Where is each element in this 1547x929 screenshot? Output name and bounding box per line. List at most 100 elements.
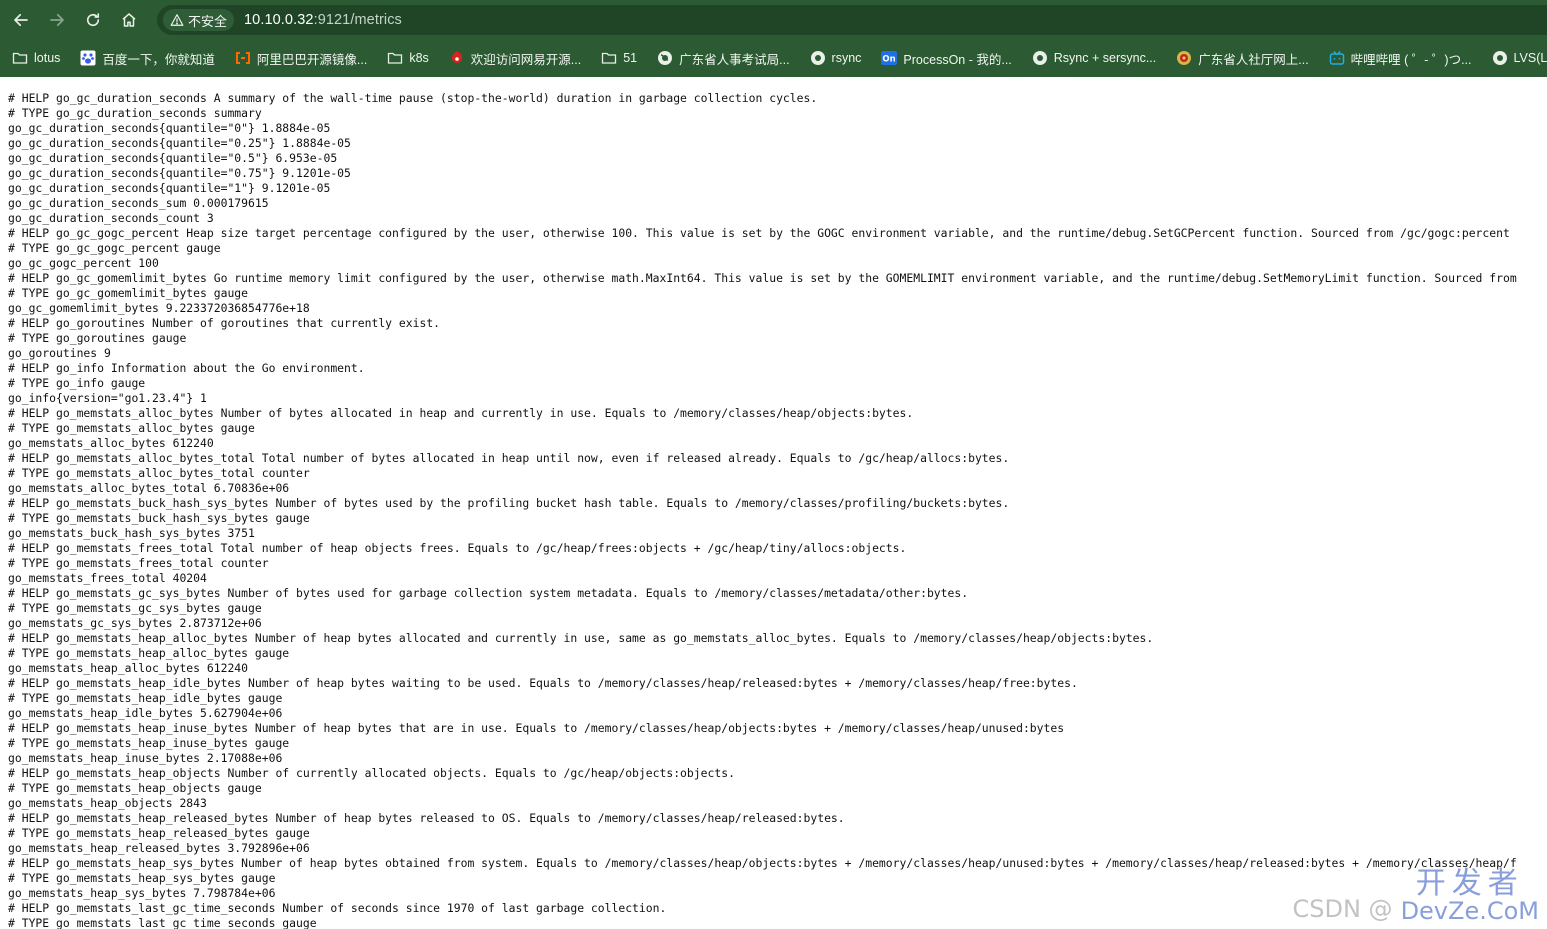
url-path: :9121/metrics [313, 12, 402, 28]
gov-emblem-icon [1176, 50, 1192, 66]
folder-icon [387, 50, 403, 66]
globe-icon [810, 50, 826, 66]
warning-triangle-icon [170, 14, 184, 26]
metrics-text: # HELP go_gc_duration_seconds A summary … [8, 91, 1517, 929]
page-content: # HELP go_gc_duration_seconds A summary … [0, 77, 1547, 929]
forward-button[interactable] [42, 5, 72, 35]
metrics-line: go_gc_duration_seconds_sum 0.000179615 [8, 196, 269, 210]
back-button[interactable] [6, 5, 36, 35]
folder-icon [12, 50, 28, 66]
baidu-paw-icon [80, 50, 96, 66]
address-bar[interactable]: 不安全 10.10.0.32:9121/metrics [157, 5, 1547, 35]
metrics-line: # HELP go_memstats_heap_released_bytes N… [8, 811, 845, 825]
bookmark-label: rsync [831, 51, 862, 65]
bookmark-label: LVS(Linux [1513, 51, 1547, 65]
bookmark-item[interactable]: 51 [593, 44, 645, 72]
metrics-line: # HELP go_memstats_buck_hash_sys_bytes N… [8, 496, 1010, 510]
metrics-line: go_memstats_alloc_bytes_total 6.70836e+0… [8, 481, 290, 495]
metrics-line: # TYPE go_memstats_alloc_bytes gauge [8, 421, 255, 435]
security-indicator[interactable]: 不安全 [163, 9, 235, 31]
metrics-line: go_memstats_heap_objects 2843 [8, 796, 207, 810]
metrics-line: # HELP go_gc_duration_seconds A summary … [8, 91, 818, 105]
metrics-line: # HELP go_memstats_heap_alloc_bytes Numb… [8, 631, 1154, 645]
metrics-line: # TYPE go_memstats_frees_total counter [8, 556, 269, 570]
bookmark-label: 广东省人事考试局... [679, 52, 790, 67]
bookmark-item[interactable]: 广东省人事考试局... [649, 44, 797, 72]
metrics-line: # HELP go_info Information about the Go … [8, 361, 365, 375]
folder-icon [601, 50, 617, 66]
metrics-line: go_gc_duration_seconds{quantile="0"} 1.8… [8, 121, 331, 135]
reload-button[interactable] [78, 5, 108, 35]
url-host: 10.10.0.32 [244, 12, 314, 28]
metrics-line: # TYPE go_gc_gogc_percent gauge [8, 241, 221, 255]
home-button[interactable] [114, 5, 144, 35]
metrics-line: # HELP go_memstats_heap_idle_bytes Numbe… [8, 676, 1078, 690]
metrics-line: go_gc_duration_seconds{quantile="1"} 9.1… [8, 181, 331, 195]
metrics-line: go_info{version="go1.23.4"} 1 [8, 391, 207, 405]
metrics-line: go_memstats_heap_idle_bytes 5.627904e+06 [8, 706, 283, 720]
url-text[interactable]: 10.10.0.32:9121/metrics [244, 12, 402, 28]
metrics-line: go_memstats_gc_sys_bytes 2.873712e+06 [8, 616, 262, 630]
bookmark-item[interactable]: k8s [379, 44, 436, 72]
metrics-line: # HELP go_goroutines Number of goroutine… [8, 316, 441, 330]
bookmark-item[interactable]: LVS(Linux [1484, 44, 1547, 72]
bookmark-label: 51 [623, 51, 638, 65]
globe-icon [657, 50, 673, 66]
metrics-line: go_memstats_heap_released_bytes 3.792896… [8, 841, 310, 855]
browser-toolbar: 不安全 10.10.0.32:9121/metrics [0, 0, 1547, 39]
bookmark-item[interactable]: 欢迎访问网易开源... [441, 44, 589, 72]
metrics-line: # TYPE go_gc_gomemlimit_bytes gauge [8, 286, 249, 300]
reload-icon [86, 12, 100, 26]
bookmark-item[interactable]: Rsync + sersync... [1024, 44, 1164, 72]
metrics-line: # TYPE go_memstats_alloc_bytes_total cou… [8, 466, 310, 480]
metrics-line: # TYPE go_info gauge [8, 376, 146, 390]
metrics-line: # HELP go_memstats_heap_sys_bytes Number… [8, 856, 1517, 870]
bookmark-item[interactable]: 百度一下，你就知道 [72, 44, 223, 72]
bookmark-label: k8s [409, 51, 429, 65]
globe-icon [1032, 50, 1048, 66]
metrics-line: go_gc_duration_seconds{quantile="0.25"} … [8, 136, 351, 150]
metrics-line: # TYPE go_memstats_heap_alloc_bytes gaug… [8, 646, 290, 660]
metrics-line: go_memstats_alloc_bytes 612240 [8, 436, 214, 450]
metrics-line: # HELP go_memstats_heap_inuse_bytes Numb… [8, 721, 1065, 735]
metrics-line: # TYPE go_memstats_gc_sys_bytes gauge [8, 601, 262, 615]
metrics-line: go_gc_duration_seconds_count 3 [8, 211, 214, 225]
bookmark-label: 欢迎访问网易开源... [470, 52, 582, 67]
metrics-line: # TYPE go_memstats_heap_idle_bytes gauge [8, 691, 283, 705]
bookmark-item[interactable]: 阿里巴巴开源镜像... [227, 44, 375, 72]
bookmark-label: 广东省人社厅网上... [1198, 52, 1309, 67]
metrics-line: # TYPE go_gc_duration_seconds summary [8, 106, 262, 120]
bookmark-item[interactable]: lotus [4, 44, 68, 72]
metrics-line: # TYPE go_memstats_last_gc_time_seconds … [8, 916, 317, 929]
metrics-line: go_memstats_heap_sys_bytes 7.798784e+06 [8, 886, 276, 900]
bookmark-label: 哔哩哔哩 ( ゜- ゜)つ... [1350, 52, 1472, 67]
bookmark-item[interactable]: On ProcessOn - 我的... [873, 44, 1019, 72]
processon-icon: On [881, 50, 898, 66]
metrics-line: go_gc_gogc_percent 100 [8, 256, 159, 270]
bookmark-label: ProcessOn - 我的... [903, 52, 1012, 67]
metrics-line: go_gc_gomemlimit_bytes 9.223372036854776… [8, 301, 310, 315]
metrics-line: # TYPE go_goroutines gauge [8, 331, 187, 345]
bookmark-label: 百度一下，你就知道 [102, 52, 215, 67]
bookmark-item[interactable]: 哔哩哔哩 ( ゜- ゜)つ... [1321, 44, 1480, 72]
bookmark-item[interactable]: 广东省人社厅网上... [1168, 44, 1316, 72]
bilibili-icon [1329, 50, 1345, 66]
bookmarks-bar: lotus 百度一下，你就知道 阿里巴巴开源镜像... k8s 欢迎访问网易开源… [0, 39, 1547, 77]
bookmark-label: lotus [34, 51, 61, 65]
metrics-line: # HELP go_memstats_gc_sys_bytes Number o… [8, 586, 969, 600]
metrics-line: go_memstats_heap_alloc_bytes 612240 [8, 661, 249, 675]
metrics-line: go_memstats_buck_hash_sys_bytes 3751 [8, 526, 255, 540]
metrics-line: # HELP go_memstats_alloc_bytes_total Tot… [8, 451, 1010, 465]
bookmark-label: 阿里巴巴开源镜像... [256, 52, 368, 67]
metrics-line: go_goroutines 9 [8, 346, 111, 360]
aliyun-icon [235, 50, 251, 66]
metrics-line: # HELP go_memstats_heap_objects Number o… [8, 766, 735, 780]
bookmark-item[interactable]: rsync [802, 44, 870, 72]
bookmark-label: Rsync + sersync... [1053, 51, 1157, 65]
metrics-line: # TYPE go_memstats_buck_hash_sys_bytes g… [8, 511, 310, 525]
metrics-line: # HELP go_gc_gomemlimit_bytes Go runtime… [8, 271, 1517, 285]
globe-icon [1492, 50, 1508, 66]
metrics-line: # TYPE go_memstats_heap_inuse_bytes gaug… [8, 736, 290, 750]
metrics-line: # TYPE go_memstats_heap_released_bytes g… [8, 826, 310, 840]
svg-text:On: On [883, 55, 896, 65]
